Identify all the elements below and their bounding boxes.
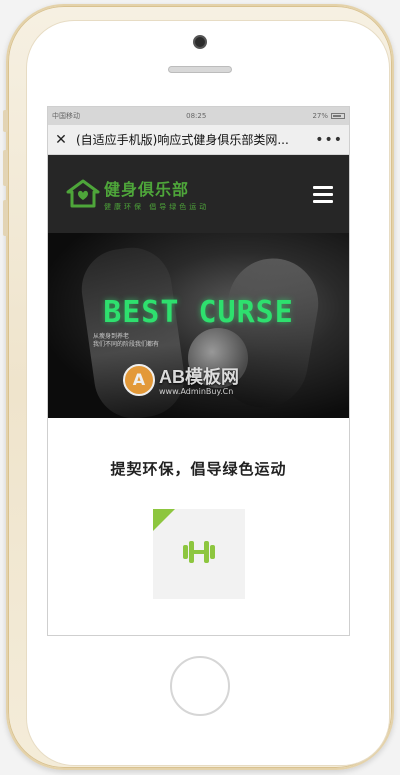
watermark-logo: A AB模板网 www.AdminBuy.Cn xyxy=(123,363,239,396)
earpiece-speaker xyxy=(168,66,232,73)
main-content: 提契环保，倡导绿色运动 xyxy=(48,418,349,599)
logo-text: 健身俱乐部 健康环保 倡导绿色运动 xyxy=(104,176,209,212)
watermark-url: www.AdminBuy.Cn xyxy=(159,387,234,396)
menu-bar xyxy=(313,185,333,189)
status-time: 08:25 xyxy=(186,112,207,120)
banner-subline: 从瘦身到养老 我们不同的阶段我们都有 xyxy=(93,333,159,349)
banner-subline-2: 我们不同的阶段我们都有 xyxy=(93,341,160,348)
watermark-text: AB模板网 www.AdminBuy.Cn xyxy=(159,363,239,396)
banner-subline-1: 从瘦身到养老 xyxy=(93,333,130,340)
section-title: 提契环保，倡导绿色运动 xyxy=(110,460,287,478)
status-bar: 中国移动 08:25 27% xyxy=(48,107,349,125)
more-icon[interactable]: ••• xyxy=(315,132,343,148)
dumbbell-icon xyxy=(179,539,219,569)
carrier-label: 中国移动 xyxy=(52,112,80,120)
page-title: (自适应手机版)响应式健身俱乐部类网... xyxy=(76,133,289,147)
watermark-a-icon: A xyxy=(123,363,155,396)
logo-house-icon xyxy=(66,179,100,209)
battery-percent: 27% xyxy=(312,112,328,120)
logo-slogan: 健康环保 倡导绿色运动 xyxy=(104,203,210,211)
status-right: 27% xyxy=(312,112,345,120)
watermark-brand: AB模板网 xyxy=(159,367,239,387)
hamburger-menu-icon[interactable] xyxy=(313,185,333,203)
phone-screen: 中国移动 08:25 27% ✕ (自适应手机版)响应式健身俱乐部类网... •… xyxy=(47,106,350,636)
mute-switch xyxy=(3,110,8,132)
battery-icon xyxy=(331,113,345,119)
close-icon[interactable]: ✕ xyxy=(54,132,68,148)
menu-bar xyxy=(313,199,333,203)
site-header: 健身俱乐部 健康环保 倡导绿色运动 xyxy=(48,155,349,233)
volume-down-button xyxy=(3,200,8,236)
menu-bar xyxy=(313,192,333,196)
card-corner-accent xyxy=(152,509,175,531)
logo-name: 健身俱乐部 xyxy=(104,180,190,199)
banner-headline: BEST CURSE xyxy=(103,295,294,330)
site-logo[interactable]: 健身俱乐部 健康环保 倡导绿色运动 xyxy=(66,176,209,212)
feature-card[interactable] xyxy=(152,509,245,599)
volume-up-button xyxy=(3,150,8,186)
home-button[interactable] xyxy=(170,656,230,716)
front-camera xyxy=(193,35,207,49)
wechat-nav-bar: ✕ (自适应手机版)响应式健身俱乐部类网... ••• xyxy=(48,125,349,155)
hero-banner[interactable]: BEST CURSE 从瘦身到养老 我们不同的阶段我们都有 A AB模板网 ww… xyxy=(48,233,349,418)
